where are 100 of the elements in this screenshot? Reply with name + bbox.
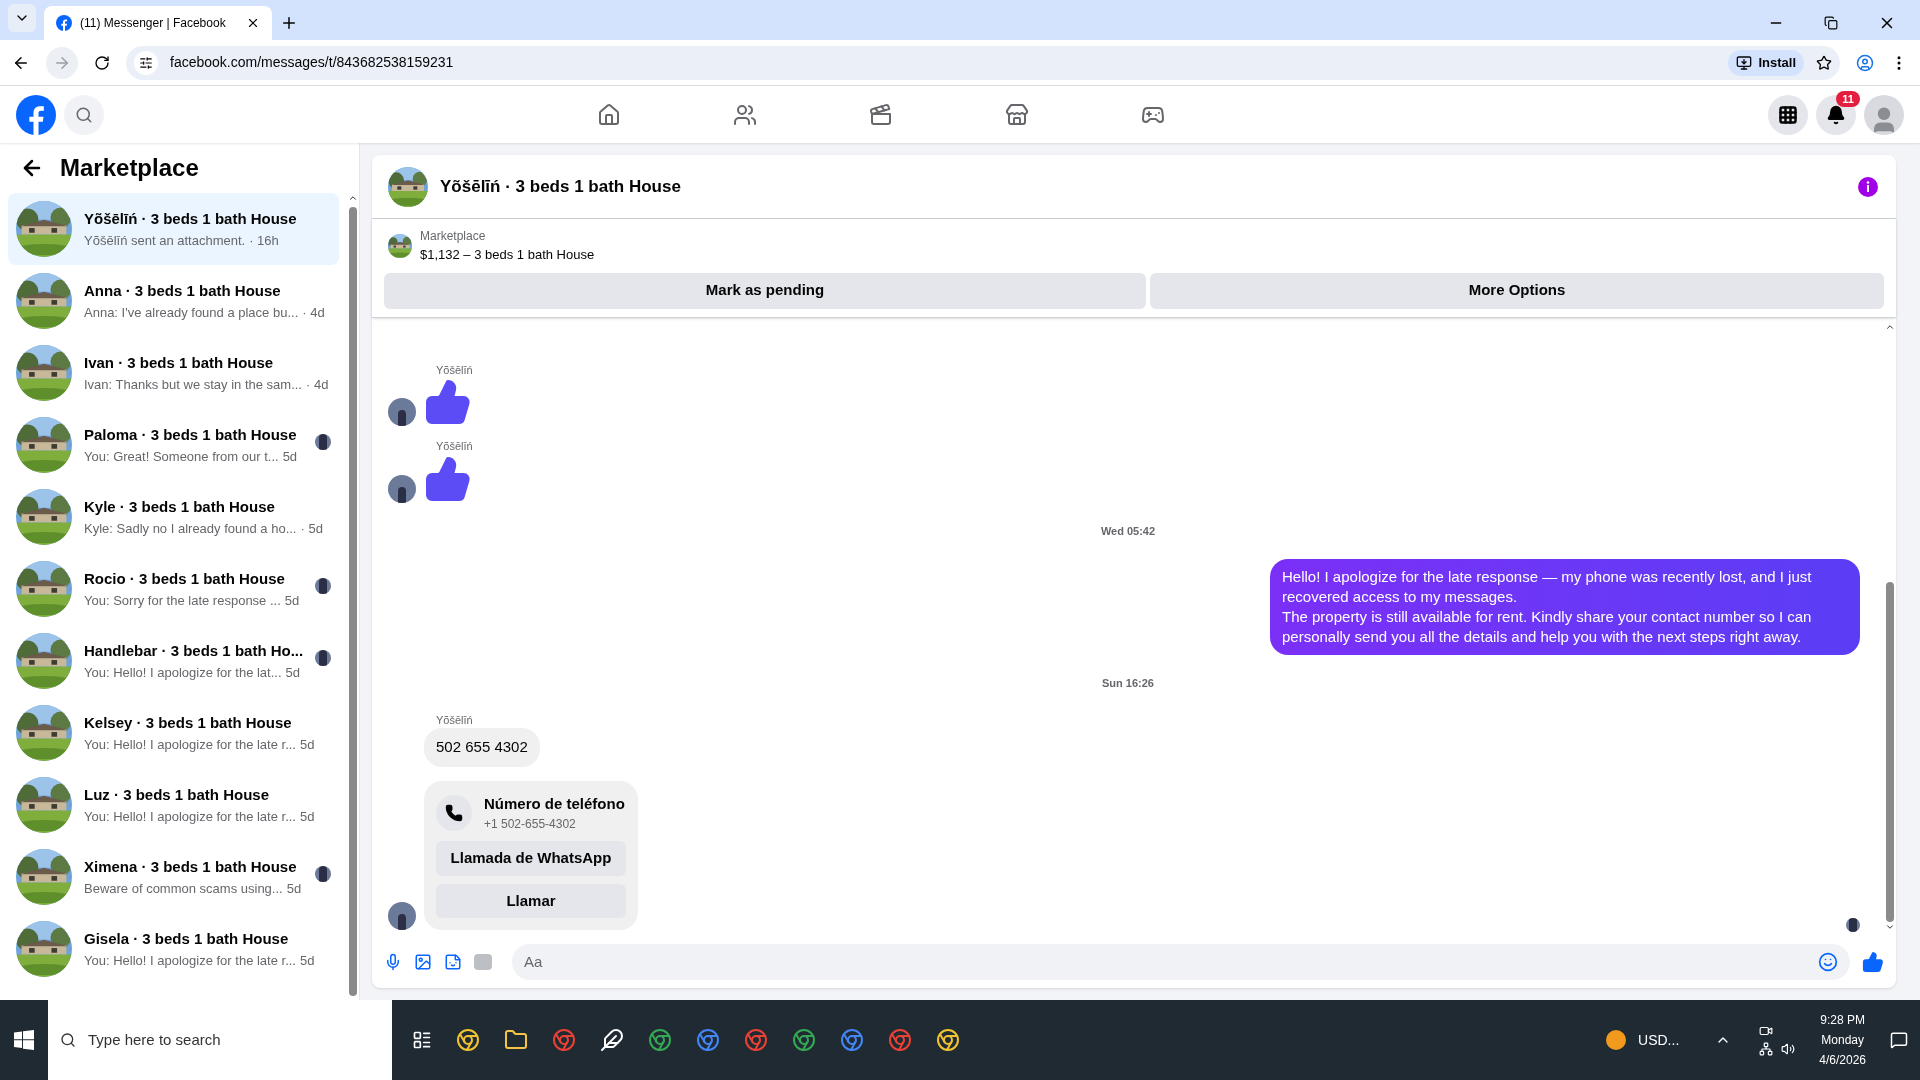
grid-icon xyxy=(1778,104,1798,125)
phone-icon xyxy=(436,794,472,831)
phone-number: +1 502-655-4302 xyxy=(484,816,577,833)
conversation-item[interactable]: Paloma · 3 beds 1 bath House You: Great! Someone from our t... 5d xyxy=(8,409,339,481)
message-time: 5d xyxy=(284,591,300,610)
camera-icon[interactable] xyxy=(1759,1024,1774,1038)
scrollbar-thumb[interactable] xyxy=(1886,582,1894,922)
user-avatar xyxy=(315,578,331,594)
contact-title: Número de teléfono xyxy=(484,793,625,814)
thumbs-up-icon xyxy=(424,454,472,503)
conversation-item[interactable]: Kyle · 3 beds 1 bath House Kyle: Sadly no I already found a ho... · 5d xyxy=(8,481,339,553)
taskbar-search-field[interactable]: Type here to search xyxy=(48,1000,392,1080)
marketplace-icon[interactable] xyxy=(1005,102,1029,127)
call-button[interactable]: Llamar xyxy=(436,883,626,918)
task-view-icon[interactable] xyxy=(412,1030,432,1050)
tray-label: USD... xyxy=(1638,1030,1680,1050)
message-preview: Kyle: Sadly no I already found a ho... xyxy=(84,519,297,538)
browser-icon[interactable] xyxy=(840,1028,864,1052)
conversation-item[interactable]: Yõšēlīń · 3 beds 1 bath House Yõšēlīń sent an attachment. · 16h xyxy=(8,193,339,265)
message-preview: Yõšēlīń sent an attachment. xyxy=(84,231,246,250)
listing-label: Marketplace xyxy=(420,228,487,245)
message-time: · 16h xyxy=(249,231,279,250)
message-time: 5d xyxy=(300,951,315,970)
user-avatar xyxy=(315,650,331,666)
timestamp: Wed 05:42 xyxy=(1100,523,1156,539)
sticker-icon[interactable] xyxy=(444,953,462,971)
search-icon xyxy=(60,1032,76,1048)
feather-icon[interactable] xyxy=(600,1028,624,1052)
conversation-item[interactable]: Anna · 3 beds 1 bath House Anna: I've already found a place bu... · 4d xyxy=(8,265,339,337)
restore-icon[interactable] xyxy=(1824,16,1838,30)
browser-icon[interactable] xyxy=(552,1028,576,1052)
bell-icon xyxy=(1826,104,1846,125)
message-time: 5d xyxy=(282,447,298,466)
message-preview: You: Great! Someone from our t... xyxy=(84,447,279,466)
message-field[interactable]: Aa xyxy=(512,944,1850,980)
conversation-title: Yõšēlīń · 3 beds 1 bath House xyxy=(84,209,298,229)
profile-icon[interactable] xyxy=(1856,53,1874,72)
windows-icon[interactable] xyxy=(14,1030,34,1050)
info-icon[interactable] xyxy=(1856,174,1880,199)
tab-title: (11) Messenger | Facebook xyxy=(80,15,227,32)
browser-icon[interactable] xyxy=(792,1028,816,1052)
listing-action-button[interactable]: Mark as pending xyxy=(384,272,1146,309)
url-text: facebook.com/messages/t/843682538159231 xyxy=(170,53,455,72)
menu-button[interactable] xyxy=(1768,94,1808,135)
thumbs-up-icon[interactable] xyxy=(1862,951,1884,973)
network-icon[interactable] xyxy=(1759,1042,1774,1056)
microphone-icon[interactable] xyxy=(384,953,402,971)
user-avatar xyxy=(315,434,331,450)
conversation-item[interactable]: Handlebar · 3 beds 1 bath Ho... You: Hello! I apologize for the lat... 5d xyxy=(8,625,339,697)
sender-name: Yõšēlīń xyxy=(436,439,474,454)
message-preview: Beware of common scams using... xyxy=(84,879,283,898)
user-avatar xyxy=(1846,918,1860,932)
friends-icon[interactable] xyxy=(733,102,757,127)
user-avatar xyxy=(315,866,331,882)
notifications-icon[interactable] xyxy=(1890,1031,1908,1049)
address-bar[interactable]: facebook.com/messages/t/843682538159231 Install xyxy=(126,45,1840,80)
call-button[interactable]: Llamada de WhatsApp xyxy=(436,841,626,876)
search-button[interactable] xyxy=(64,94,104,135)
sidebar-title: Marketplace xyxy=(60,153,199,183)
conversation-title: Paloma · 3 beds 1 bath House xyxy=(84,425,298,445)
browser-icon[interactable] xyxy=(936,1028,960,1052)
browser-icon[interactable] xyxy=(888,1028,912,1052)
conversation-item[interactable]: Ivan · 3 beds 1 bath House Ivan: Thanks but we stay in the sam... · 4d xyxy=(8,337,339,409)
conversation-item[interactable]: Luz · 3 beds 1 bath House You: Hello! I apologize for the late r... 5d xyxy=(8,769,339,841)
browser-icon[interactable] xyxy=(744,1028,768,1052)
message-text: The property is still available for rent. Kindly share your contact number so I can personally send you all the details and help you with the next steps right away. xyxy=(1282,607,1813,647)
reload-icon[interactable] xyxy=(94,54,110,71)
emoji-icon[interactable] xyxy=(1818,952,1838,972)
conversation-item[interactable]: Ximena · 3 beds 1 bath House Beware of common scams using... 5d xyxy=(8,841,339,913)
conversation-item[interactable]: Kelsey · 3 beds 1 bath House You: Hello! I apologize for the late r... 5d xyxy=(8,697,339,769)
video-icon[interactable] xyxy=(869,102,893,127)
message-input[interactable]: Aa xyxy=(524,950,1818,974)
message-preview: You: Sorry for the late response ... xyxy=(84,591,281,610)
close-icon[interactable] xyxy=(246,16,260,30)
image-icon[interactable] xyxy=(414,953,432,971)
conversation-item[interactable]: Rocio · 3 beds 1 bath House You: Sorry for the late response ... 5d xyxy=(8,553,339,625)
currency-widget-icon[interactable] xyxy=(1606,1030,1627,1050)
browser-icon[interactable] xyxy=(456,1028,480,1052)
browser-tab[interactable]: (11) Messenger | Facebook xyxy=(44,6,272,40)
folder-icon[interactable] xyxy=(504,1028,528,1052)
install-button[interactable]: Install xyxy=(1728,49,1804,76)
tab-search-button[interactable] xyxy=(8,4,36,32)
bookmark-icon[interactable] xyxy=(1816,54,1832,71)
conversation-title: Ximena · 3 beds 1 bath House xyxy=(84,857,298,877)
home-icon[interactable] xyxy=(597,102,621,127)
account-avatar[interactable] xyxy=(1864,94,1904,135)
volume-icon[interactable] xyxy=(1781,1042,1796,1056)
new-tab-icon[interactable] xyxy=(280,14,298,32)
facebook-logo[interactable] xyxy=(16,94,56,135)
conversation-item[interactable]: Gisela · 3 beds 1 bath House You: Hello! I apologize for the late r... 5d xyxy=(8,913,339,985)
browser-icon[interactable] xyxy=(696,1028,720,1052)
message-time: · 4d xyxy=(302,303,325,322)
conversation-title: Gisela · 3 beds 1 bath House xyxy=(84,929,290,949)
scrollbar-thumb[interactable] xyxy=(349,207,357,996)
thumbs-up-icon xyxy=(424,378,472,426)
scroll-up-icon[interactable] xyxy=(348,193,358,203)
browser-icon[interactable] xyxy=(648,1028,672,1052)
conversation-title: Kyle · 3 beds 1 bath House xyxy=(84,497,276,517)
listing-action-button[interactable]: More Options xyxy=(1150,272,1884,309)
scroll-down-icon[interactable] xyxy=(1885,922,1895,932)
